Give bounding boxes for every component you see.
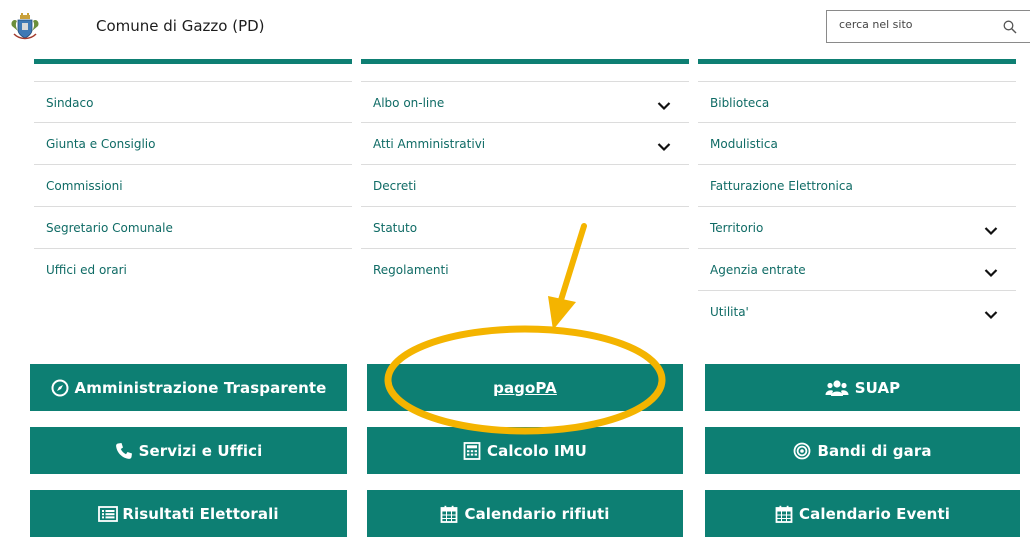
pagopa-button[interactable]: pagoPA	[367, 364, 683, 411]
menu-item-sindaco[interactable]: Sindaco	[34, 81, 352, 123]
menu-item-regolamenti[interactable]: Regolamenti	[361, 249, 689, 291]
calendario-rifiuti-button[interactable]: Calendario rifiuti	[367, 490, 683, 537]
menu-item-territorio[interactable]: Territorio	[698, 207, 1016, 249]
calendar-icon	[775, 505, 793, 523]
menu-item-label: Territorio	[710, 221, 764, 235]
users-icon	[825, 379, 849, 397]
menu-item-fatturazione[interactable]: Fatturazione Elettronica	[698, 165, 1016, 207]
menu-item-utilita[interactable]: Utilita'	[698, 291, 1016, 333]
button-label: Calendario Eventi	[799, 504, 950, 523]
search-input[interactable]	[839, 18, 999, 31]
menu-item-label: Commissioni	[46, 179, 123, 193]
menu-item-label: Decreti	[373, 179, 417, 193]
menu-column-amministrazione: Sindaco Giunta e Consiglio Commissioni S…	[34, 59, 352, 291]
button-label: Calcolo IMU	[487, 441, 587, 460]
button-label: Servizi e Uffici	[138, 441, 263, 460]
calcolo-imu-button[interactable]: Calcolo IMU	[367, 427, 683, 474]
menu-item-biblioteca[interactable]: Biblioteca	[698, 81, 1016, 123]
menu-item-label: Agenzia entrate	[710, 263, 806, 277]
site-title[interactable]: Comune di Gazzo (PD)	[96, 17, 265, 35]
menu-item-agenzia-entrate[interactable]: Agenzia entrate	[698, 249, 1016, 291]
menu-item-giunta-consiglio[interactable]: Giunta e Consiglio	[34, 123, 352, 165]
menu-item-label: Sindaco	[46, 96, 94, 110]
button-label: Risultati Elettorali	[122, 504, 279, 523]
button-label: pagoPA	[493, 378, 557, 397]
menu-item-uffici-orari[interactable]: Uffici ed orari	[34, 249, 352, 291]
list-icon	[98, 505, 119, 523]
column-accent-bar	[361, 59, 689, 64]
menu-item-label: Utilita'	[710, 305, 749, 319]
chevron-down-icon[interactable]	[984, 221, 998, 236]
menu-item-commissioni[interactable]: Commissioni	[34, 165, 352, 207]
menu-item-label: Fatturazione Elettronica	[710, 179, 853, 193]
bandi-gara-button[interactable]: Bandi di gara	[705, 427, 1020, 474]
amministrazione-trasparente-button[interactable]: Amministrazione Trasparente	[30, 364, 347, 411]
menu-item-label: Segretario Comunale	[46, 221, 173, 235]
menu-item-albo[interactable]: Albo on-line	[361, 81, 689, 123]
menu-item-label: Statuto	[373, 221, 418, 235]
calendar-icon	[440, 505, 458, 523]
calendario-eventi-button[interactable]: Calendario Eventi	[705, 490, 1020, 537]
chevron-down-icon[interactable]	[657, 137, 671, 152]
municipal-crest-icon[interactable]	[8, 12, 42, 42]
compass-icon	[51, 379, 69, 397]
suap-button[interactable]: SUAP	[705, 364, 1020, 411]
menu-column-servizi: Biblioteca Modulistica Fatturazione Elet…	[698, 59, 1016, 333]
button-label: Bandi di gara	[817, 441, 932, 460]
button-label: SUAP	[854, 378, 901, 397]
menu-item-modulistica[interactable]: Modulistica	[698, 123, 1016, 165]
menu-item-label: Regolamenti	[373, 263, 449, 277]
menu-item-decreti[interactable]: Decreti	[361, 165, 689, 207]
column-accent-bar	[698, 59, 1016, 64]
risultati-elettorali-button[interactable]: Risultati Elettorali	[30, 490, 347, 537]
button-label: Calendario rifiuti	[464, 504, 610, 523]
menu-item-atti-amministrativi[interactable]: Atti Amministrativi	[361, 123, 689, 165]
site-header: Comune di Gazzo (PD)	[0, 0, 1030, 52]
column-accent-bar	[34, 59, 352, 64]
annotation-arrow-head	[548, 296, 576, 330]
search-box[interactable]	[826, 10, 1030, 43]
menu-item-label: Albo on-line	[373, 96, 445, 110]
search-icon[interactable]	[1003, 19, 1017, 34]
calculator-icon	[463, 441, 481, 460]
menu-item-label: Atti Amministrativi	[373, 137, 486, 151]
menu-item-segretario[interactable]: Segretario Comunale	[34, 207, 352, 249]
chevron-down-icon[interactable]	[984, 305, 998, 320]
menu-column-atti: Albo on-line Atti Amministrativi Decreti…	[361, 59, 689, 291]
servizi-uffici-button[interactable]: Servizi e Uffici	[30, 427, 347, 474]
menu-item-statuto[interactable]: Statuto	[361, 207, 689, 249]
menu-item-label: Modulistica	[710, 137, 778, 151]
menu-item-label: Biblioteca	[710, 96, 770, 110]
chevron-down-icon[interactable]	[984, 263, 998, 278]
button-label: Amministrazione Trasparente	[74, 378, 327, 397]
menu-item-label: Giunta e Consiglio	[46, 137, 156, 151]
bullseye-icon	[793, 442, 811, 460]
menu-item-label: Uffici ed orari	[46, 263, 127, 277]
chevron-down-icon[interactable]	[657, 96, 671, 111]
phone-icon	[115, 442, 133, 460]
